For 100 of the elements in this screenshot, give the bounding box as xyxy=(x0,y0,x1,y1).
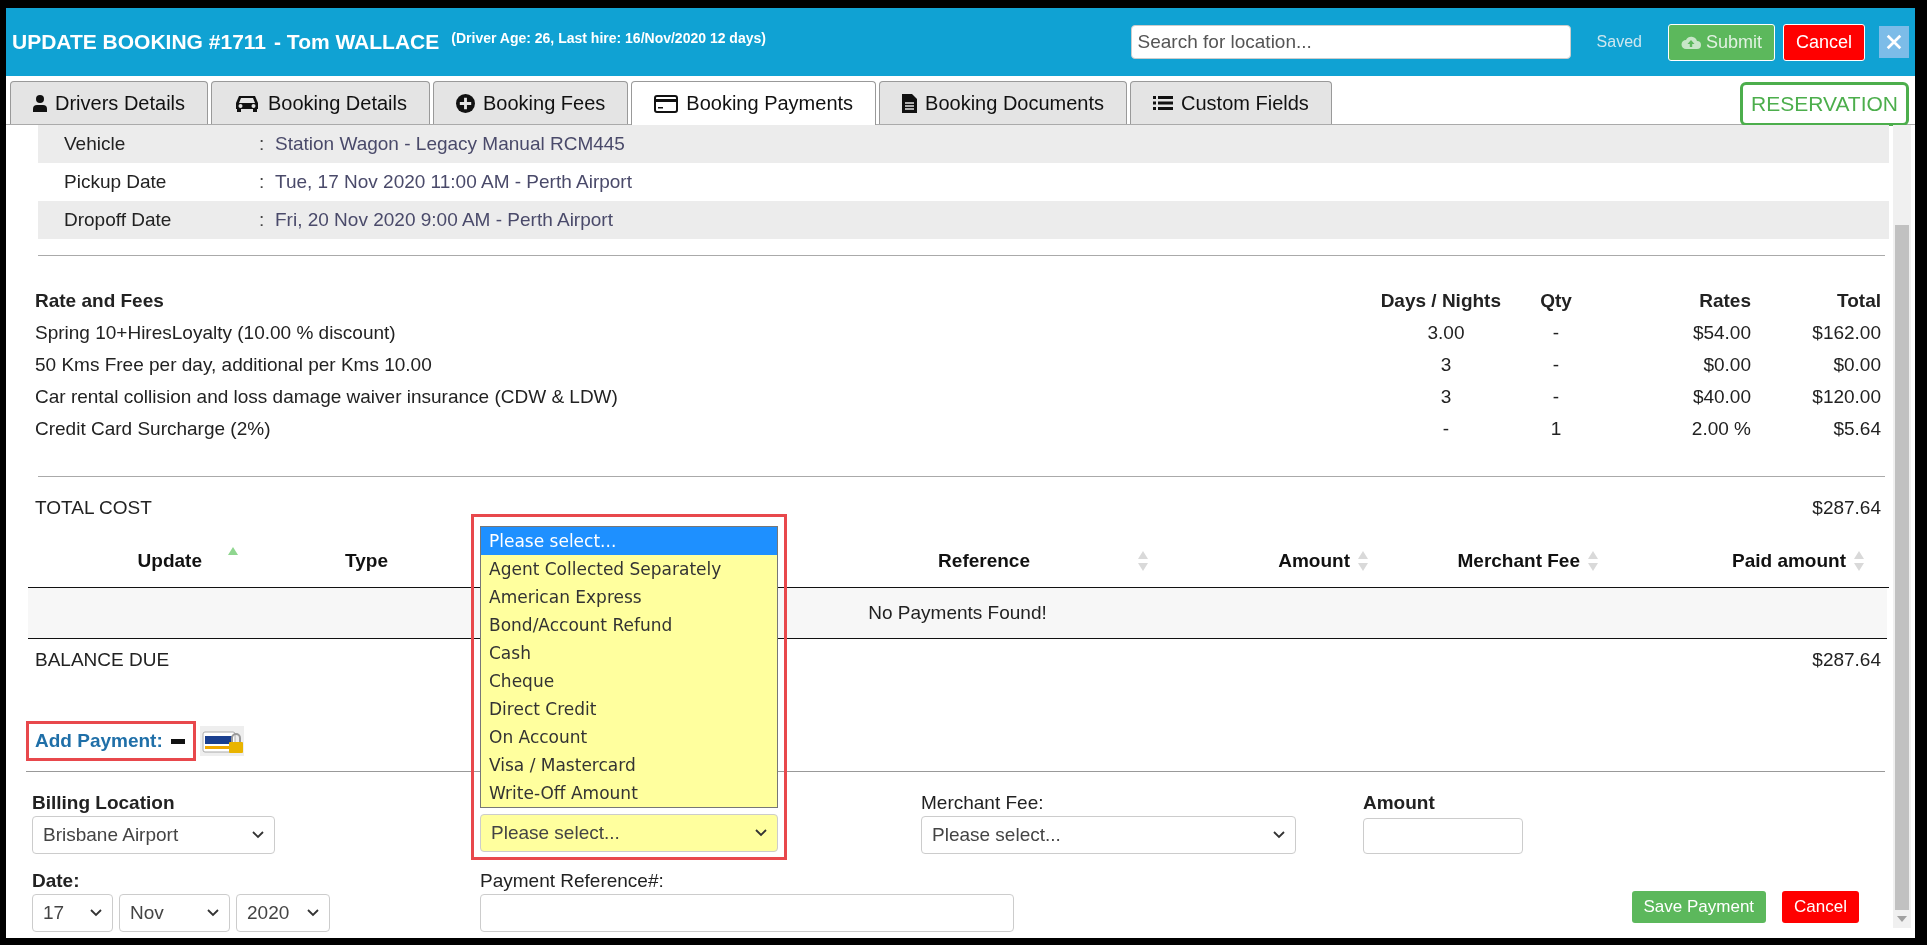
balance-due-label: BALANCE DUE xyxy=(35,649,170,671)
table-cell-text: - xyxy=(1551,386,1561,408)
scrollbar[interactable] xyxy=(1893,125,1911,928)
user-icon xyxy=(33,94,47,112)
table-cell-text: 1 xyxy=(1549,418,1563,440)
table-cell-text: 3.00 xyxy=(1426,322,1466,344)
sort-icon xyxy=(1588,551,1598,571)
dropdown-option[interactable]: Write-Off Amount xyxy=(481,779,777,807)
file-icon xyxy=(902,93,918,113)
field-label: Merchant Fee: xyxy=(921,792,1045,814)
field-label: Amount xyxy=(1363,792,1436,814)
fee-description: Spring 10+HiresLoyalty (10.00 % discount) xyxy=(35,322,397,344)
table-cell-text: $0.00 xyxy=(1702,354,1751,376)
table-cell-text: 3 xyxy=(1439,386,1453,408)
minus-icon[interactable] xyxy=(170,738,185,744)
separator-colon: : xyxy=(259,133,266,155)
field-label: Date: xyxy=(32,870,81,892)
chevron-down-icon xyxy=(755,829,767,837)
fee-description: 50 Kms Free per day, additional per Kms 10.00 xyxy=(35,354,433,376)
fee-description: Car rental collision and loss damage waiver insurance (CDW & LDW) xyxy=(35,386,619,408)
info-label: Pickup Date xyxy=(63,171,168,193)
cloud-upload-icon xyxy=(1680,34,1701,50)
search-field[interactable]: Search for location... xyxy=(1130,25,1571,59)
table-cell-text: 2.00 % xyxy=(1690,418,1751,440)
separator-colon: : xyxy=(259,171,266,193)
tab[interactable]: Booking Details xyxy=(211,81,430,124)
location-select[interactable]: Brisbane Airport xyxy=(32,816,275,854)
field-label: Payment Reference#: xyxy=(480,870,665,892)
dropdown-option[interactable]: On Account xyxy=(481,723,777,751)
total-cost-value: $287.64 xyxy=(1812,497,1881,519)
info-label: Dropoff Date xyxy=(63,209,173,231)
total-cost-label: TOTAL COST xyxy=(35,497,152,519)
table-cell-text: $54.00 xyxy=(1691,322,1751,344)
driver-name: - Tom WALLACE xyxy=(274,30,440,54)
info-value: Tue, 17 Nov 2020 11:00 AM - Perth Airport xyxy=(275,171,632,193)
sort-icon xyxy=(1854,551,1864,571)
sort-icon xyxy=(1358,551,1368,571)
payment-type-select[interactable]: Please select... xyxy=(480,814,778,852)
dropdown-option[interactable]: American Express xyxy=(481,583,777,611)
column-header: Total xyxy=(1836,290,1881,312)
sort-icon xyxy=(1138,551,1148,571)
fee-description: Credit Card Surcharge (2%) xyxy=(35,418,272,440)
tab[interactable]: Custom Fields xyxy=(1130,81,1332,124)
plus-circle-icon xyxy=(456,93,475,113)
table-cell-text: $5.64 xyxy=(1832,418,1881,440)
info-value: Fri, 20 Nov 2020 9:00 AM - Perth Airport xyxy=(275,209,613,231)
amount-field[interactable] xyxy=(1363,818,1523,854)
column-header[interactable]: Amount xyxy=(1278,550,1350,572)
balance-due-value: $287.64 xyxy=(1812,649,1881,671)
day-select[interactable]: 17 xyxy=(32,894,113,932)
table-cell-text: $162.00 xyxy=(1811,322,1881,344)
table-cell-text: $0.00 xyxy=(1832,354,1881,376)
dropdown-option[interactable]: Bond/Account Refund xyxy=(481,611,777,639)
list-icon xyxy=(1153,95,1174,111)
column-header: Rate and Fees xyxy=(35,290,165,312)
tab[interactable]: Drivers Details xyxy=(10,81,209,124)
dropdown-option[interactable]: Visa / Mastercard xyxy=(481,751,777,779)
chevron-down-icon xyxy=(307,909,319,917)
close-icon xyxy=(1885,33,1903,51)
chevron-down-icon xyxy=(90,909,102,917)
card-lock-icon xyxy=(199,726,244,756)
column-header: Days / Nights xyxy=(1379,290,1501,312)
year-select[interactable]: 2020 xyxy=(236,894,330,932)
column-header[interactable]: Merchant Fee xyxy=(1457,550,1580,572)
table-cell-text: $40.00 xyxy=(1691,386,1751,408)
window-title: UPDATE BOOKING #1711 xyxy=(12,30,267,54)
column-header: Rates xyxy=(1698,290,1751,312)
payment-reference-field[interactable] xyxy=(480,894,1014,932)
driver-info: (Driver Age: 26, Last hire: 16/Nov/2020 12 days) xyxy=(451,30,767,46)
car-icon xyxy=(234,94,261,112)
column-header: Qty xyxy=(1539,290,1573,312)
tab[interactable]: Booking Payments xyxy=(631,81,877,125)
close-button[interactable] xyxy=(1879,26,1909,58)
scroll-down-arrow-icon[interactable] xyxy=(1897,916,1907,922)
dropdown-option[interactable]: Direct Credit xyxy=(481,695,777,723)
dropdown-option[interactable]: Cash xyxy=(481,639,777,667)
chevron-down-icon xyxy=(207,909,219,917)
tab[interactable]: Booking Documents xyxy=(879,81,1128,124)
info-value: Station Wagon - Legacy Manual RCM445 xyxy=(275,133,625,155)
info-label: Vehicle xyxy=(63,133,127,155)
table-cell-text: - xyxy=(1551,322,1561,344)
chevron-down-icon xyxy=(252,831,264,839)
save-status: Saved xyxy=(1596,33,1642,51)
tab[interactable]: Booking Fees xyxy=(433,81,629,124)
month-select[interactable]: Nov xyxy=(119,894,230,932)
column-header[interactable]: Type xyxy=(345,550,388,572)
table-cell-text: - xyxy=(1441,418,1451,440)
separator-colon: : xyxy=(259,209,266,231)
column-header[interactable]: Update xyxy=(137,550,202,572)
add-payment-link[interactable]: Add Payment: xyxy=(35,730,163,752)
cancel-button[interactable]: Cancel xyxy=(1782,891,1859,923)
dropdown-option[interactable]: Agent Collected Separately xyxy=(481,555,777,583)
column-header[interactable]: Reference xyxy=(938,550,1030,572)
cancel-button[interactable]: Cancel xyxy=(1782,23,1865,61)
table-cell-text: 3 xyxy=(1439,354,1453,376)
credit-card-icon xyxy=(654,94,679,113)
merchant-fee-select[interactable]: Please select... xyxy=(921,816,1296,854)
column-header[interactable]: Paid amount xyxy=(1732,550,1846,572)
table-cell-text: - xyxy=(1551,354,1561,376)
dropdown-option[interactable]: Cheque xyxy=(481,667,777,695)
